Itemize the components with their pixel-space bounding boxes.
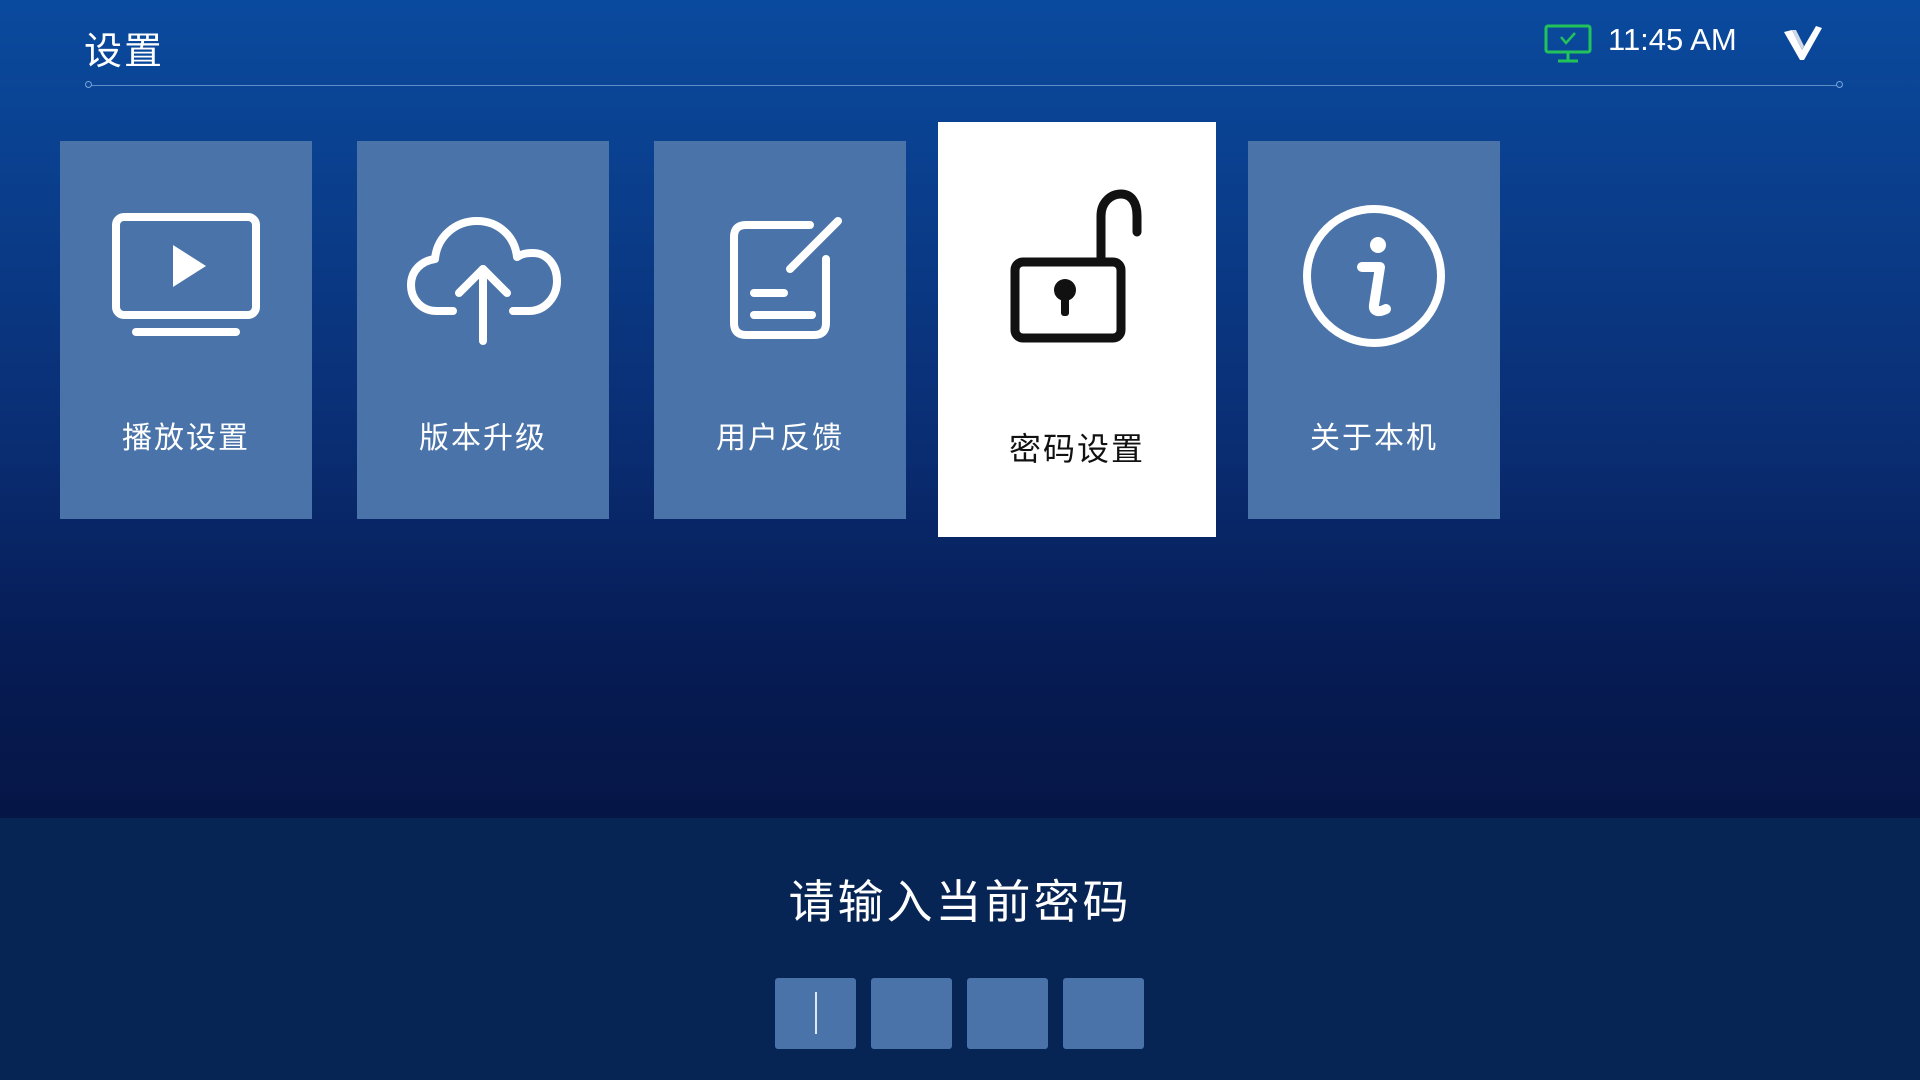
divider-endpoint-left <box>85 81 92 88</box>
pin-digit-4[interactable] <box>1063 978 1144 1049</box>
monitor-icon <box>1544 24 1592 64</box>
tile-label: 密码设置 <box>1008 430 1145 468</box>
password-entry-panel: 请输入当前密码 <box>0 818 1920 1080</box>
page-title: 设置 <box>84 29 165 73</box>
password-prompt: 请输入当前密码 <box>788 875 1132 929</box>
tile-password-settings[interactable]: 密码设置 <box>938 122 1216 537</box>
unlocked-padlock-icon <box>997 188 1157 343</box>
tile-user-feedback[interactable]: 用户反馈 <box>654 141 906 519</box>
pin-digit-3[interactable] <box>967 978 1048 1049</box>
info-icon <box>1294 201 1454 351</box>
pin-digit-1[interactable] <box>775 978 856 1049</box>
cloud-upload-icon <box>403 201 563 351</box>
tile-label: 版本升级 <box>419 421 547 456</box>
tile-label: 播放设置 <box>122 421 250 456</box>
top-bar: 设置 11:45 AM <box>0 0 1920 90</box>
clock-time: 11:45 AM <box>1608 22 1737 57</box>
divider-endpoint-right <box>1836 81 1843 88</box>
feedback-edit-icon <box>700 201 860 351</box>
pin-digit-2[interactable] <box>871 978 952 1049</box>
tile-label: 用户反馈 <box>716 421 844 456</box>
brand-logo-icon <box>1782 24 1826 64</box>
play-screen-icon <box>106 201 266 351</box>
tile-about-device[interactable]: 关于本机 <box>1248 141 1500 519</box>
tile-version-upgrade[interactable]: 版本升级 <box>357 141 609 519</box>
tile-playback-settings[interactable]: 播放设置 <box>60 141 312 519</box>
tile-label: 关于本机 <box>1310 421 1438 456</box>
text-cursor <box>815 992 817 1034</box>
header-divider <box>88 85 1842 86</box>
